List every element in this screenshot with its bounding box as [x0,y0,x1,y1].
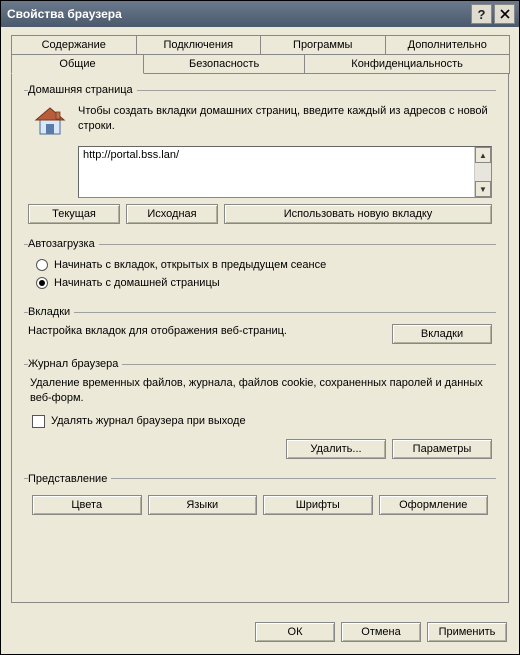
ok-button[interactable]: ОК [255,622,335,642]
tabs-settings-button[interactable]: Вкладки [392,324,492,344]
tab-panel-general: Домашняя страница Чтобы создать вкладки … [11,73,509,603]
fieldset-home: Домашняя страница Чтобы создать вкладки … [24,84,496,228]
home-url-box: ▲ ▼ [78,146,492,198]
tab-privacy[interactable]: Конфиденциальность [304,54,510,74]
home-url-input[interactable] [79,147,473,197]
tab-general[interactable]: Общие [11,54,144,74]
radio-icon [36,259,48,271]
legend-home: Домашняя страница [28,84,137,96]
cancel-button[interactable]: Отмена [341,622,421,642]
dialog-bottom-bar: ОК Отмена Применить [1,612,519,654]
tab-row-front: Общие Безопасность Конфиденциальность [11,54,509,74]
titlebar: Свойства браузера ? [1,1,519,27]
home-desc: Чтобы создать вкладки домашних страниц, … [78,102,492,140]
tab-advanced[interactable]: Дополнительно [385,35,511,55]
fonts-button[interactable]: Шрифты [263,495,373,515]
fieldset-startup: Автозагрузка Начинать с вкладок, открыты… [24,238,496,296]
legend-tabs: Вкладки [28,306,74,318]
apply-button[interactable]: Применить [427,622,507,642]
fieldset-history: Журнал браузера Удаление временных файло… [24,358,496,463]
tab-row-back: Содержание Подключения Программы Дополни… [11,35,509,55]
scrollbar[interactable]: ▲ ▼ [474,147,491,197]
dialog-window: Свойства браузера ? Содержание Подключен… [0,0,520,655]
scroll-up-icon[interactable]: ▲ [475,147,491,163]
close-icon [500,9,510,19]
scroll-down-icon[interactable]: ▼ [475,181,491,197]
legend-appearance: Представление [28,473,111,485]
languages-button[interactable]: Языки [148,495,258,515]
history-settings-button[interactable]: Параметры [392,439,492,459]
startup-option-last-session[interactable]: Начинать с вкладок, открытых в предыдуще… [28,256,492,274]
tab-programs[interactable]: Программы [260,35,386,55]
fieldset-tabs: Вкладки Настройка вкладок для отображени… [24,306,496,348]
legend-history: Журнал браузера [28,358,122,370]
use-current-button[interactable]: Текущая [28,204,120,224]
home-icon [32,104,68,140]
colors-button[interactable]: Цвета [32,495,142,515]
use-default-button[interactable]: Исходная [126,204,218,224]
delete-on-exit-checkbox[interactable]: Удалять журнал браузера при выходе [28,412,492,431]
history-desc: Удаление временных файлов, журнала, файл… [28,376,492,412]
tab-connections[interactable]: Подключения [136,35,262,55]
radio-selected-icon [36,277,48,289]
dialog-content: Содержание Подключения Программы Дополни… [1,27,519,611]
use-newtab-button[interactable]: Использовать новую вкладку [224,204,492,224]
legend-startup: Автозагрузка [28,238,99,250]
tabs-desc: Настройка вкладок для отображения веб-ст… [28,324,382,339]
help-button[interactable]: ? [471,4,492,24]
fieldset-appearance: Представление Цвета Языки Шрифты Оформле… [24,473,496,519]
tab-security[interactable]: Безопасность [143,54,305,74]
startup-option-home[interactable]: Начинать с домашней страницы [28,274,492,292]
checkbox-icon [32,415,45,428]
delete-history-button[interactable]: Удалить... [286,439,386,459]
window-title: Свойства браузера [7,7,469,21]
tab-content[interactable]: Содержание [11,35,137,55]
accessibility-button[interactable]: Оформление [379,495,489,515]
close-button[interactable] [494,4,515,24]
